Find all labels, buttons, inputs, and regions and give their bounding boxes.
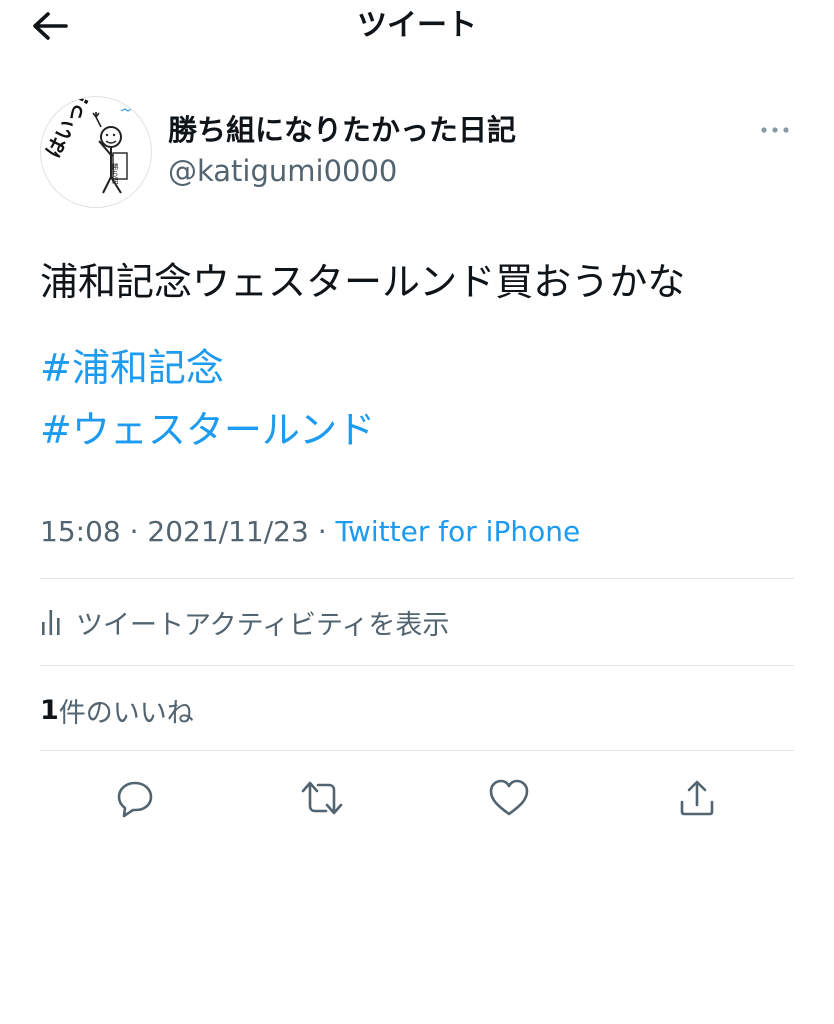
user-handle[interactable]: @katigumi0000: [168, 152, 397, 190]
tweet-text: 浦和記念ウェスタールンド買おうかな: [40, 260, 686, 304]
share-button[interactable]: [673, 774, 721, 822]
divider: [40, 750, 794, 751]
likes-label: 件のいいね: [58, 697, 194, 729]
tweet-activity-button[interactable]: ツイートアクティビティを表示: [40, 600, 449, 644]
likes-count: 1: [40, 694, 59, 726]
hashtag-link[interactable]: #ウェスタールンド: [40, 402, 375, 458]
likes-count-link[interactable]: 1 件のいいね: [40, 688, 194, 732]
meta-separator: ·: [317, 515, 327, 548]
avatar[interactable]: はいっ!! 勝ち組: [40, 96, 152, 208]
page-title: ツイート: [357, 8, 477, 43]
hashtag-link[interactable]: #浦和記念: [40, 340, 224, 396]
meta-separator: ·: [129, 515, 139, 548]
bar-chart-icon: [42, 610, 60, 635]
top-bar: ツイート: [0, 0, 834, 54]
divider: [40, 665, 794, 666]
share-icon: [680, 780, 714, 816]
avatar-illustration: はいっ!! 勝ち組: [41, 97, 135, 194]
tweet-activity-label: ツイートアクティビティを表示: [76, 609, 450, 641]
display-name[interactable]: 勝ち組になりたかった日記: [168, 110, 516, 150]
more-options-button[interactable]: [752, 116, 798, 144]
retweet-button[interactable]: [298, 774, 346, 822]
tweet-date: 2021/11/23: [147, 515, 309, 548]
retweet-icon: [301, 781, 343, 815]
like-button[interactable]: [485, 774, 533, 822]
more-dots-icon: [761, 127, 789, 133]
avatar-text: はいっ!!: [41, 97, 99, 162]
tweet-source-link[interactable]: Twitter for iPhone: [336, 515, 581, 548]
tweet-meta: 15:08 · 2021/11/23 · Twitter for iPhone: [40, 512, 580, 552]
divider: [40, 578, 794, 579]
reply-button[interactable]: [111, 774, 159, 822]
tweet-time: 15:08: [40, 515, 121, 548]
heart-icon: [489, 779, 529, 816]
avatar-sign: 勝ち組: [111, 162, 119, 184]
reply-icon: [117, 781, 153, 818]
